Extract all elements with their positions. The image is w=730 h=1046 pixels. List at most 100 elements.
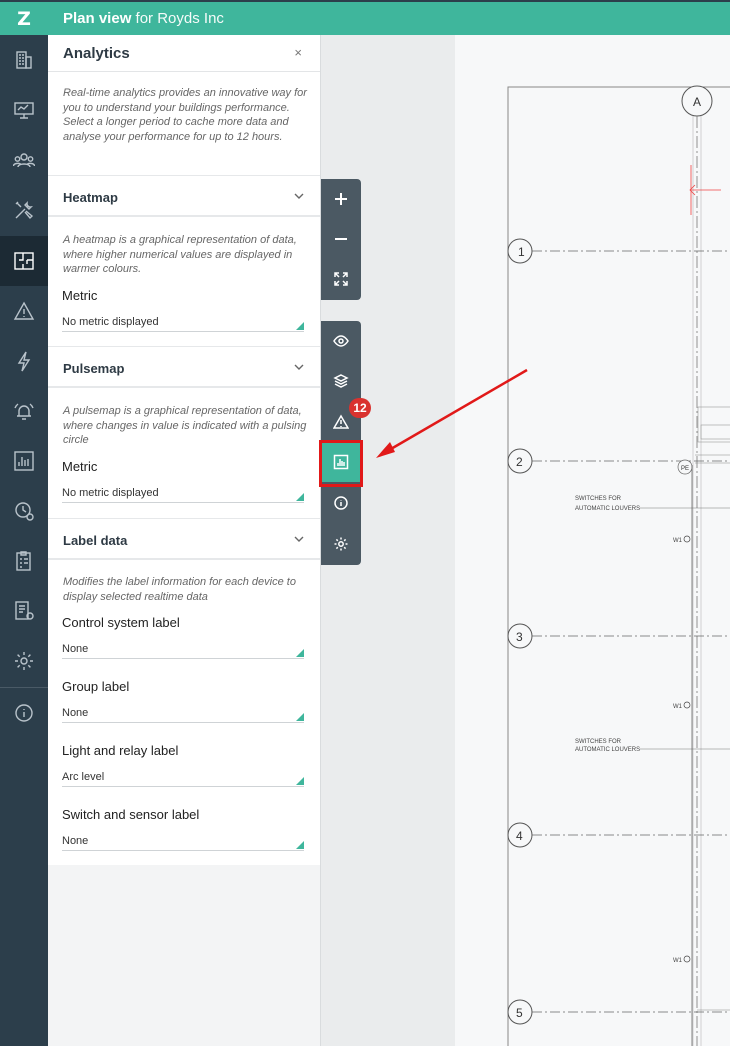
- control-system-label: Control system label: [62, 615, 180, 630]
- label-data-title: Label data: [63, 533, 128, 548]
- nav-schedule[interactable]: [0, 486, 48, 536]
- warning-icon: [13, 301, 35, 320]
- heatmap-desc: A heatmap is a graphical representation …: [63, 234, 297, 276]
- left-nav: [0, 35, 48, 1046]
- close-icon[interactable]: ×: [294, 45, 302, 60]
- heatmap-title: Heatmap: [63, 190, 118, 205]
- checklist-icon: [16, 551, 31, 571]
- select-corner-icon: [296, 777, 304, 785]
- energy-icon: [17, 351, 31, 372]
- nav-dashboard[interactable]: [0, 85, 48, 135]
- switch-note-4: AUTOMATIC LOUVERS: [575, 747, 640, 753]
- nav-tools[interactable]: [0, 185, 48, 235]
- pulsemap-section-header[interactable]: Pulsemap: [48, 346, 320, 388]
- panel-footer-space: [48, 865, 320, 1046]
- nav-people[interactable]: [0, 135, 48, 185]
- nav-reports[interactable]: [0, 436, 48, 486]
- label-data-section-header[interactable]: Label data: [48, 518, 320, 560]
- light-relay-select[interactable]: Arc level: [62, 769, 304, 787]
- floor-plan-svg: A 1 2 3 4 5 PE SWITCHES FOR AUTOMATIC LO…: [507, 85, 730, 1046]
- floorplan-icon: [14, 252, 34, 270]
- zoom-in-button[interactable]: [321, 179, 361, 219]
- grid-label-4: 4: [516, 829, 523, 843]
- layers-icon: [333, 374, 349, 388]
- control-system-select[interactable]: None: [62, 641, 304, 659]
- switch-sensor-select[interactable]: None: [62, 833, 304, 851]
- schedule-icon: [15, 502, 34, 521]
- expand-icon: [334, 272, 348, 286]
- grid-label-1: 1: [518, 245, 525, 259]
- chevron-down-icon: [294, 193, 304, 199]
- nav-energy[interactable]: [0, 336, 48, 386]
- page-title-site: for Royds Inc: [131, 10, 224, 27]
- heatmap-metric-label: Metric: [62, 288, 98, 303]
- pulsemap-metric-select[interactable]: No metric displayed: [62, 485, 304, 503]
- plus-icon: [335, 193, 347, 205]
- switch-note-1: SWITCHES FOR: [575, 496, 622, 502]
- alerts-count-badge: 12: [349, 398, 371, 418]
- info-icon: [15, 704, 33, 722]
- layers-button[interactable]: [321, 361, 361, 401]
- heatmap-metric-select[interactable]: No metric displayed: [62, 314, 304, 332]
- heatmap-metric-value: No metric displayed: [62, 316, 159, 328]
- chevron-down-icon: [294, 364, 304, 370]
- panel-header: Analytics ×: [48, 35, 320, 72]
- select-corner-icon: [296, 841, 304, 849]
- heatmap-section-header[interactable]: Heatmap: [48, 175, 320, 217]
- page-title: Plan view for Royds Inc: [63, 10, 224, 27]
- switch-sensor-value: None: [62, 835, 89, 847]
- group-select[interactable]: None: [62, 705, 304, 723]
- select-corner-icon: [296, 649, 304, 657]
- people-icon: [13, 153, 35, 168]
- grid-label-3: 3: [516, 630, 523, 644]
- zoom-toolbar: [321, 179, 361, 300]
- nav-floorplan[interactable]: [0, 236, 48, 286]
- nav-checklist[interactable]: [0, 536, 48, 586]
- nav-settings[interactable]: [0, 636, 48, 686]
- nav-devices[interactable]: [0, 586, 48, 636]
- w1-label-2: W1: [673, 704, 683, 710]
- page-title-main: Plan view: [63, 10, 132, 27]
- info-button[interactable]: [321, 483, 361, 523]
- nav-alarm[interactable]: [0, 386, 48, 436]
- eye-icon: [333, 335, 349, 347]
- panel-title: Analytics: [63, 45, 130, 62]
- settings-icon: [15, 652, 33, 670]
- light-relay-value: Arc level: [62, 771, 105, 783]
- devices-icon: [15, 601, 34, 620]
- nav-building[interactable]: [0, 35, 48, 85]
- switch-sensor-label: Switch and sensor label: [62, 807, 200, 822]
- minus-icon: [335, 238, 347, 240]
- switch-note-3: SWITCHES FOR: [575, 739, 622, 745]
- light-relay-label: Light and relay label: [62, 743, 179, 758]
- top-bar: Z Plan view for Royds Inc: [0, 0, 730, 35]
- pulsemap-metric-value: No metric displayed: [62, 487, 159, 499]
- nav-warnings[interactable]: [0, 286, 48, 336]
- group-label: Group label: [62, 679, 130, 694]
- dashboard-icon: [14, 102, 34, 119]
- select-corner-icon: [296, 493, 304, 501]
- w1-label-1: W1: [673, 538, 683, 544]
- app-logo[interactable]: Z: [0, 2, 48, 35]
- control-system-value: None: [62, 643, 89, 655]
- nav-info[interactable]: [0, 688, 48, 738]
- alarm-icon: [14, 403, 34, 420]
- fit-screen-button[interactable]: [321, 259, 361, 299]
- settings-button[interactable]: [321, 524, 361, 564]
- select-corner-icon: [296, 713, 304, 721]
- select-corner-icon: [296, 322, 304, 330]
- analytics-panel: Analytics × Real-time analytics provides…: [48, 35, 320, 865]
- annotation-arrow: [376, 368, 528, 458]
- gear-icon: [334, 537, 348, 551]
- pe-label: PE: [681, 466, 689, 472]
- pulsemap-desc: A pulsemap is a graphical representation…: [63, 405, 307, 447]
- switch-note-2: AUTOMATIC LOUVERS: [575, 506, 640, 512]
- zoom-out-button[interactable]: [321, 219, 361, 259]
- annotation-highlight-box: [319, 440, 363, 487]
- visibility-button[interactable]: [321, 321, 361, 361]
- warning-icon: [333, 414, 349, 429]
- w1-label-3: W1: [673, 958, 683, 964]
- floor-plan-drawing[interactable]: A 1 2 3 4 5 PE SWITCHES FOR AUTOMATIC LO…: [455, 35, 730, 1046]
- reports-icon: [14, 451, 34, 471]
- building-icon: [16, 51, 32, 69]
